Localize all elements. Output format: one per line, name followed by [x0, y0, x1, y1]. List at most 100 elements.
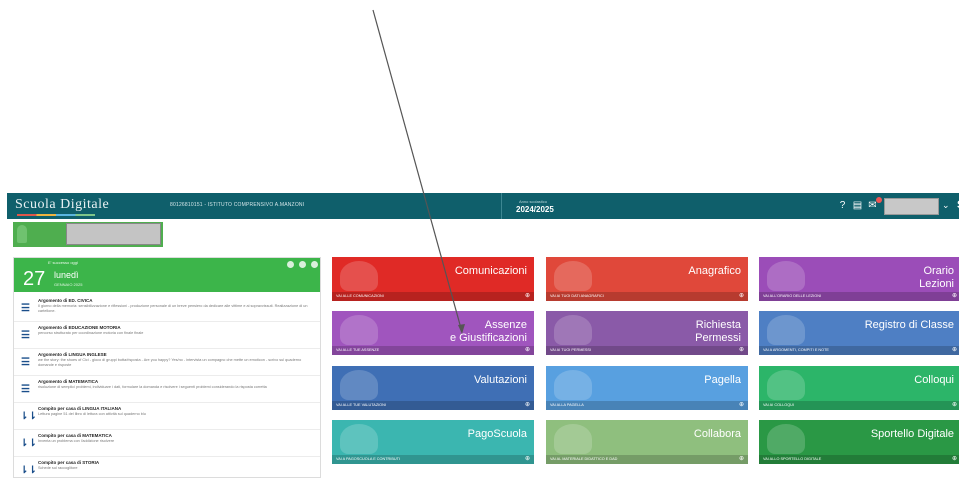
logo-stripe [17, 214, 95, 216]
tile-footer-text: VAI ALL'ORARIO DELLE LEZIONI [763, 294, 822, 298]
settings-icon[interactable] [311, 261, 318, 268]
tile-footer-text: VAI A PAGOSCUOLA E CONTRIBUTI [336, 457, 400, 461]
item-title: Argomento di MATEMATICA [38, 379, 99, 384]
chevron-down-icon[interactable]: ⌄ [942, 200, 950, 211]
list-item[interactable]: ☰ Argomento di MATEMATICA risoluzione di s… [14, 376, 320, 403]
tile-footer-link[interactable]: VAI A ARGOMENTI, COMPITI E NOTE ⊕ [759, 346, 959, 355]
tile-footer-text: VAI ALLE TUE ASSENZE [336, 348, 380, 352]
list-item[interactable]: ☰ Argomento di LINGUA INGLESE we the story… [14, 349, 320, 376]
tile-label: Comunicazioni [454, 265, 527, 277]
tile-pagella[interactable]: Pagella VAI ALLA PAGELLA ⊕ [546, 366, 748, 410]
plus-circle-icon: ⊕ [738, 402, 744, 408]
tile-icon [767, 261, 805, 291]
plus-circle-icon: ⊕ [524, 293, 530, 299]
tile-pagoscuola[interactable]: PagoScuola VAI A PAGOSCUOLA E CONTRIBUTI ⊕ [332, 420, 534, 464]
plus-circle-icon: ⊕ [524, 456, 530, 462]
tile-anagrafico[interactable]: Anagrafico VAI AI TUOI DATI ANAGRAFICI ⊕ [546, 257, 748, 301]
list-item[interactable]: ☰ Argomento di ED. CIVICA Il giorno della … [14, 295, 320, 322]
tile-footer-link[interactable]: VAI ALLE TUE VALUTAZIONI ⊕ [332, 401, 534, 410]
month-year: GENNAIO 2025 [54, 282, 83, 287]
tile-registro-di-classe[interactable]: Registro di Classe VAI A ARGOMENTI, COMPI… [759, 311, 959, 355]
item-title: Compito per casa di LINGUA ITALIANA [38, 406, 122, 411]
tile-footer-link[interactable]: VAI ALLO SPORTELLO DIGITALE ⊕ [759, 455, 959, 464]
tile-valutazioni[interactable]: Valutazioni VAI ALLE TUE VALUTAZIONI ⊕ [332, 366, 534, 410]
plus-circle-icon: ⊕ [738, 293, 744, 299]
school-year-label: Anno scolastico [519, 199, 548, 204]
tile-icon [554, 424, 592, 454]
tile-label: Pagella [704, 374, 741, 386]
tile-footer-link[interactable]: VAI AI TUOI DATI ANAGRAFICI ⊕ [546, 292, 748, 301]
item-title: Argomento di LINGUA INGLESE [38, 352, 107, 357]
settings-icon[interactable] [287, 261, 294, 268]
plus-circle-icon: ⊕ [738, 456, 744, 462]
help-icon[interactable]: ? [837, 200, 848, 211]
tile-comunicazioni[interactable]: Comunicazioni VAI ALLE COMUNICAZIONI ⊕ [332, 257, 534, 301]
tile-orario-lezioni[interactable]: Orario Lezioni VAI ALL'ORARIO DELLE LEZIO… [759, 257, 959, 301]
tile-colloqui[interactable]: Colloqui VAI AI COLLOQUI ⊕ [759, 366, 959, 410]
tile-footer-link[interactable]: VAI ALLE COMUNICAZIONI ⊕ [332, 292, 534, 301]
tile-icon [340, 424, 378, 454]
tile-richiesta-permessi[interactable]: Richiesta Permessi VAI AI TUOI PERMESSI ⊕ [546, 311, 748, 355]
tile-icon [340, 370, 378, 400]
list-item[interactable]: ⇂⇂ Compito per casa di LINGUA ITALIANA Let… [14, 403, 320, 430]
user-name-redacted[interactable] [884, 198, 939, 215]
tile-label: Colloqui [914, 374, 954, 386]
tile-footer-link[interactable]: VAI A PAGOSCUOLA E CONTRIBUTI ⊕ [332, 455, 534, 464]
tile-label: Sportello Digitale [870, 428, 954, 440]
item-detail: Lettura pagine 51 del libro di lettura c… [38, 412, 146, 416]
student-name-redacted[interactable] [66, 223, 161, 245]
tile-footer-text: VAI AI COLLOQUI [763, 403, 794, 407]
list-icon: ☰ [21, 357, 30, 368]
tile-collabora[interactable]: Collabora VAI AL MATERIALE DIDATTICO E DA… [546, 420, 748, 464]
tile-icon [340, 315, 378, 345]
homework-icon: ⇂⇂ [20, 465, 37, 476]
plus-circle-icon: ⊕ [738, 347, 744, 353]
tile-icon [554, 261, 592, 291]
tile-icon [767, 424, 805, 454]
list-item[interactable]: ⇂⇂ Compito per casa di STORIA Schede sul r… [14, 457, 320, 477]
page: Scuola Digitale 80126810151 - ISTITUTO C… [0, 0, 959, 478]
tile-label: Registro di Classe [864, 319, 954, 331]
tile-label: Valutazioni [474, 374, 527, 386]
item-detail: Inventa un problema con l'addizione riso… [38, 439, 115, 443]
tile-footer-link[interactable]: VAI ALLE TUE ASSENZE ⊕ [332, 346, 534, 355]
tile-footer-link[interactable]: VAI ALLA PAGELLA ⊕ [546, 401, 748, 410]
day-number: 27 [23, 268, 46, 290]
greeting: E' successo oggi [48, 260, 78, 265]
tile-footer-link[interactable]: VAI ALL'ORARIO DELLE LEZIONI ⊕ [759, 292, 959, 301]
settings-icon[interactable] [299, 261, 306, 268]
list-icon: ☰ [21, 384, 30, 395]
tile-footer-link[interactable]: VAI AI COLLOQUI ⊕ [759, 401, 959, 410]
item-detail: percorso strutturato per coordinazione m… [38, 331, 144, 335]
tile-sportello-digitale[interactable]: Sportello Digitale VAI ALLO SPORTELLO DIG… [759, 420, 959, 464]
tile-footer-text: VAI AL MATERIALE DIDATTICO E DAD [550, 457, 618, 461]
tile-label: Assenze e Giustificazioni [449, 319, 527, 344]
tile-assenze-e-giustificazioni[interactable]: Assenze e Giustificazioni VAI ALLE TUE AS… [332, 311, 534, 355]
tile-footer-text: VAI A ARGOMENTI, COMPITI E NOTE [763, 348, 829, 352]
tile-footer-link[interactable]: VAI AI TUOI PERMESSI ⊕ [546, 346, 748, 355]
weekday: lunedì [54, 270, 79, 280]
tile-footer-text: VAI AI TUOI DATI ANAGRAFICI [550, 294, 604, 298]
plus-circle-icon: ⊕ [524, 347, 530, 353]
student-avatar-icon [17, 225, 27, 243]
tile-label: PagoScuola [467, 428, 527, 440]
divider [501, 193, 502, 219]
tile-label: Richiesta Permessi [695, 319, 741, 344]
item-detail: Schede sul raccoglitore [38, 466, 78, 470]
day-items-list: ☰ Argomento di ED. CIVICA Il giorno della … [14, 295, 320, 477]
list-item[interactable]: ⇂⇂ Compito per casa di MATEMATICA Inventa … [14, 430, 320, 457]
school-year[interactable]: 2024/2025 [516, 205, 554, 214]
item-detail: risoluzione di semplici problemi, indivi… [38, 385, 267, 389]
tile-footer-link[interactable]: VAI AL MATERIALE DIDATTICO E DAD ⊕ [546, 455, 748, 464]
calendar-icon[interactable]: ▤ [852, 200, 863, 211]
tile-footer-text: VAI AI TUOI PERMESSI [550, 348, 592, 352]
app-logo[interactable]: Scuola Digitale [15, 197, 109, 213]
item-detail: we the story: the shoes of Cici - gioco … [38, 358, 302, 367]
top-bar: Scuola Digitale 80126810151 - ISTITUTO C… [7, 193, 959, 219]
plus-circle-icon: ⊕ [951, 347, 957, 353]
list-item[interactable]: ☰ Argomento di EDUCAZIONE MOTORIA percorso… [14, 322, 320, 349]
day-panel: E' successo oggi 27 lunedì GENNAIO 2025 … [13, 257, 321, 478]
plus-circle-icon: ⊕ [951, 293, 957, 299]
tile-icon [767, 315, 805, 345]
tile-label: Orario Lezioni [919, 265, 954, 290]
